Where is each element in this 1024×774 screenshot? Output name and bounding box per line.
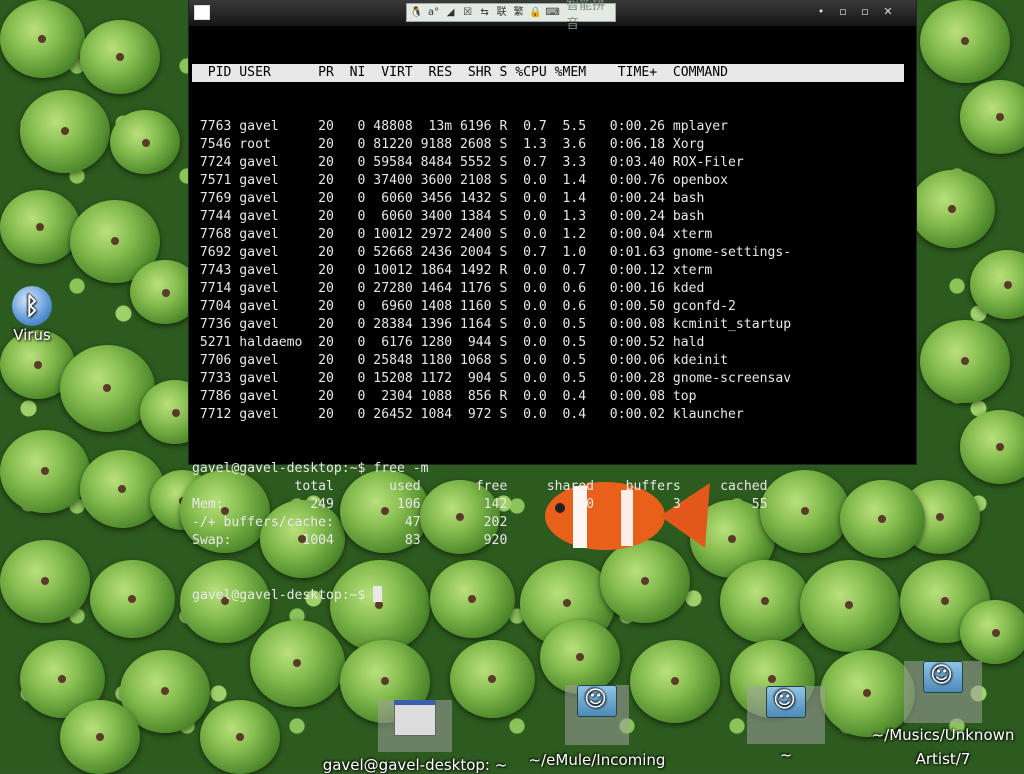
anemone-bulb [80, 20, 160, 94]
free-output-line: Mem: 249 106 142 0 3 55 [192, 497, 768, 512]
taskbar-item-label: ~/eMule/Incoming [528, 751, 666, 769]
process-list: 7763 gavel 20 0 48808 13m 6196 R 0.7 5.5… [192, 118, 908, 424]
anemone-bulb [0, 0, 85, 79]
anemone-bulb [90, 560, 175, 639]
process-row: 7714 gavel 20 0 27280 1464 1176 S 0.0 0.… [192, 281, 705, 296]
ime-tux-icon[interactable]: 🐧 [409, 5, 424, 20]
process-row: 7706 gavel 20 0 25848 1180 1068 S 0.0 0.… [192, 353, 729, 368]
window-dot-button[interactable]: • [813, 5, 829, 19]
bluetooth-icon: ᛒ [12, 286, 52, 326]
taskbar-item-label: gavel@gavel-desktop: ~ [322, 756, 508, 774]
shell-prompt: gavel@gavel-desktop:~$ [192, 588, 374, 603]
prompt-line[interactable]: gavel@gavel-desktop:~$ [192, 586, 908, 604]
desktop-icon-label: Virus [13, 326, 51, 344]
process-row: 7736 gavel 20 0 28384 1396 1164 S 0.0 0.… [192, 317, 792, 332]
anemone-bulb [20, 90, 110, 173]
text-cursor [373, 586, 383, 602]
ime-switch-icon[interactable]: ⇆ [477, 5, 492, 20]
desktop-icon-virus[interactable]: ᛒ Virus [6, 286, 58, 344]
free-output-line: gavel@gavel-desktop:~$ free -m [192, 461, 429, 476]
process-row: 7743 gavel 20 0 10012 1864 1492 R 0.0 0.… [192, 263, 713, 278]
taskbar-item-label: ~ [779, 746, 793, 764]
ime-halfwidth-icon[interactable]: ◢ [443, 5, 458, 20]
anemone-bulb [110, 110, 180, 175]
free-output-line: total used free shared buffers cached [192, 479, 768, 494]
taskbar-item-label: ~/Musics/Unknown [871, 726, 1015, 744]
process-row: 7768 gavel 20 0 10012 2972 2400 S 0.0 1.… [192, 227, 713, 242]
anemone-bulb [910, 170, 995, 249]
folder-icon [577, 685, 617, 717]
process-row: 7704 gavel 20 0 6960 1408 1160 S 0.0 0.6… [192, 299, 736, 314]
terminal-window[interactable]: 🐧 a° ◢ ☒ ⇆ 联 繁 🔒 ⌨ 智能拼音 • ▫ ▫ ✕ PID USER… [189, 0, 916, 603]
ime-keyboard-icon[interactable]: ⌨ [545, 5, 560, 20]
process-row: 7744 gavel 20 0 6060 3400 1384 S 0.0 1.3… [192, 209, 705, 224]
close-button[interactable]: ✕ [880, 5, 896, 19]
window-menu-icon[interactable] [194, 5, 210, 20]
top-column-header: PID USER PR NI VIRT RES SHR S %CPU %MEM … [192, 64, 904, 82]
ime-assoc-button[interactable]: 联 [494, 5, 509, 20]
folder-icon [766, 686, 806, 718]
free-output-line: Swap: 1004 83 920 [192, 533, 508, 548]
taskbar-item-label: Artist/7 [915, 750, 971, 768]
anemone-bulb [60, 700, 140, 774]
taskbar-item-musics[interactable]: ~/Musics/Unknown Artist/7 [862, 652, 1024, 771]
taskbar-item-emule[interactable]: ~/eMule/Incoming [522, 676, 672, 769]
taskbar-item-terminal[interactable]: gavel@gavel-desktop: ~ [320, 686, 510, 774]
ime-softkb-icon[interactable]: ☒ [460, 5, 475, 20]
terminal-titlebar[interactable]: 🐧 a° ◢ ☒ ⇆ 联 繁 🔒 ⌨ 智能拼音 • ▫ ▫ ✕ [189, 0, 916, 32]
process-row: 5271 haldaemo 20 0 6176 1280 944 S 0.0 0… [192, 335, 705, 350]
window-thumbnail-icon [394, 700, 436, 736]
process-row: 7712 gavel 20 0 26452 1084 972 S 0.0 0.4… [192, 407, 744, 422]
anemone-bulb [920, 320, 1010, 403]
process-row: 7692 gavel 20 0 52668 2436 2004 S 0.7 1.… [192, 245, 792, 260]
process-row: 7571 gavel 20 0 37400 3600 2108 S 0.0 1.… [192, 173, 729, 188]
process-row: 7724 gavel 20 0 59584 8484 5552 S 0.7 3.… [192, 155, 744, 170]
free-output-line: -/+ buffers/cache: 47 202 [192, 515, 508, 530]
terminal-output[interactable]: PID USER PR NI VIRT RES SHR S %CPU %MEM … [192, 28, 908, 603]
ime-punct-icon[interactable]: a° [426, 5, 441, 20]
process-row: 7786 gavel 20 0 2304 1088 856 R 0.0 0.4 … [192, 389, 697, 404]
taskbar-item-home[interactable]: ~ [740, 677, 832, 764]
anemone-bulb [0, 190, 80, 264]
process-row: 7733 gavel 20 0 15208 1172 904 S 0.0 0.5… [192, 371, 792, 386]
process-row: 7769 gavel 20 0 6060 3456 1432 S 0.0 1.4… [192, 191, 705, 206]
folder-icon [923, 661, 963, 693]
maximize-button[interactable]: ▫ [857, 5, 873, 19]
ime-lock-icon[interactable]: 🔒 [528, 5, 543, 20]
free-output: gavel@gavel-desktop:~$ free -m total use… [192, 460, 908, 550]
process-row: 7546 root 20 0 81220 9188 2608 S 1.3 3.6… [192, 137, 705, 152]
ime-mode-label[interactable]: 智能拼音 [566, 0, 615, 32]
anemone-bulb [0, 430, 90, 513]
ime-traditional-button[interactable]: 繁 [511, 5, 526, 20]
anemone-bulb [0, 540, 90, 623]
anemone-bulb [920, 0, 1010, 83]
ime-toolbar[interactable]: 🐧 a° ◢ ☒ ⇆ 联 繁 🔒 ⌨ 智能拼音 [406, 0, 616, 32]
anemone-bulb [200, 700, 280, 774]
minimize-button[interactable]: ▫ [835, 5, 851, 19]
process-row: 7763 gavel 20 0 48808 13m 6196 R 0.7 5.5… [192, 119, 729, 134]
